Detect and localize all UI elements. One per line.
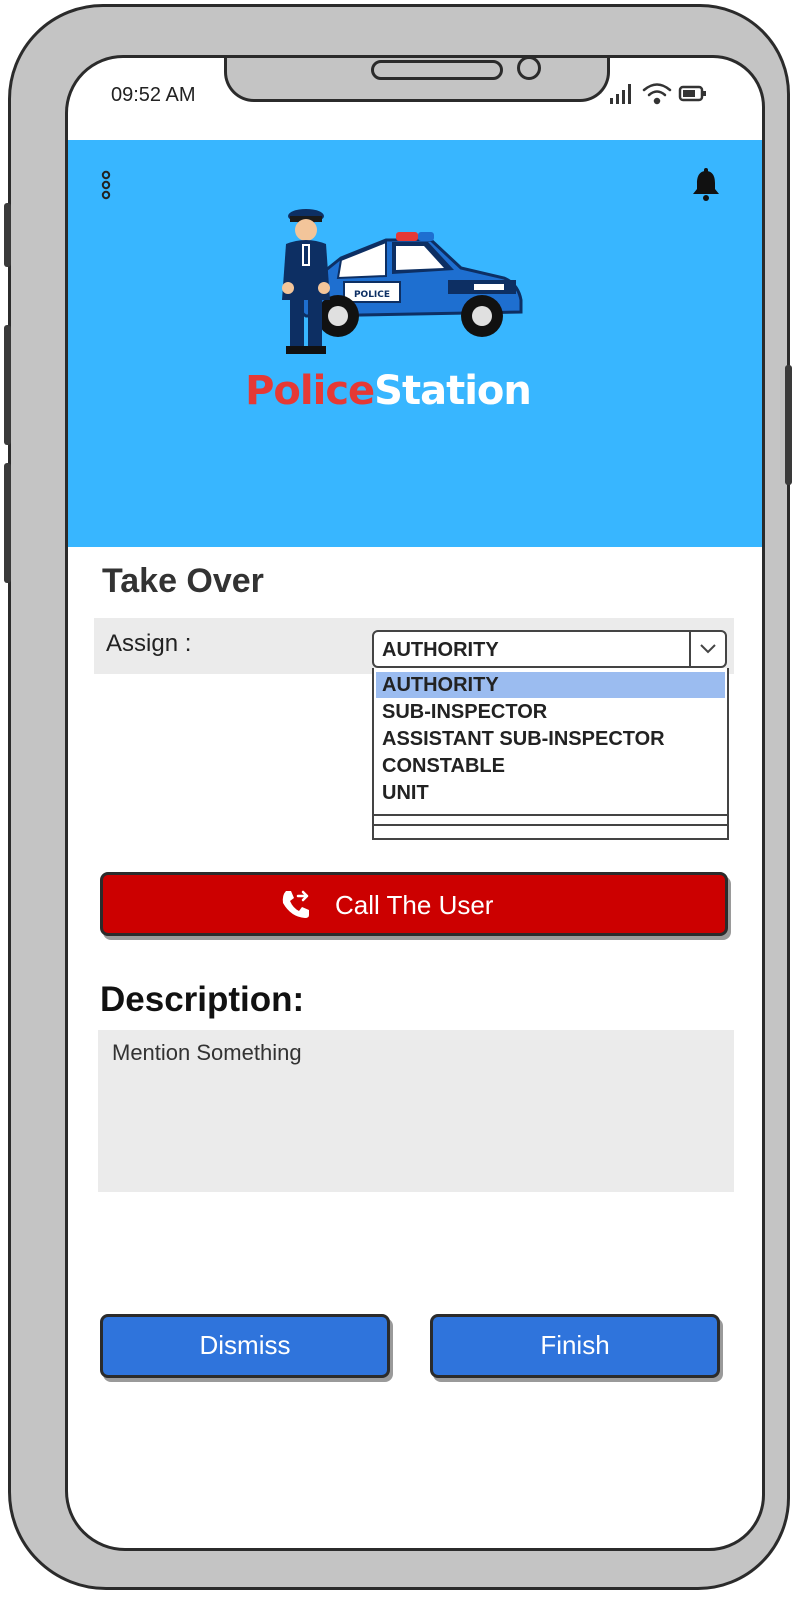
phone-frame: 09:52 AM POLICE PoliceStation Take Over … [4, 4, 792, 1590]
notch [224, 58, 610, 102]
front-camera [517, 58, 541, 80]
dismiss-button[interactable]: Dismiss [100, 1314, 390, 1378]
app-header: POLICE PoliceStation [68, 140, 762, 547]
dropdown-option-assistant-sub-inspector[interactable]: ASSISTANT SUB-INSPECTOR [376, 726, 725, 752]
call-user-button[interactable]: Call The User [100, 872, 728, 936]
chevron-down-icon[interactable] [689, 632, 725, 666]
bell-icon[interactable] [690, 168, 722, 202]
dropdown-option-authority[interactable]: AUTHORITY [376, 672, 725, 698]
assign-select[interactable]: AUTHORITY [372, 630, 727, 668]
more-vertical-icon[interactable] [96, 170, 116, 202]
speaker [371, 60, 503, 80]
side-button [785, 365, 792, 485]
dropdown-option-sub-inspector[interactable]: SUB-INSPECTOR [376, 699, 725, 725]
brand-logo-text: PoliceStation [68, 368, 708, 414]
battery-icon [678, 85, 706, 102]
dropdown-option-unit[interactable]: UNIT [376, 780, 725, 806]
brand-part-police: Police [245, 368, 375, 414]
dropdown-divider [374, 824, 727, 826]
police-hero-image: POLICE [282, 209, 523, 354]
side-button [4, 203, 11, 267]
car-door-label: POLICE [354, 290, 390, 300]
phone-screen: 09:52 AM POLICE PoliceStation Take Over … [65, 55, 765, 1551]
brand-part-station: Station [374, 368, 532, 414]
assign-select-value: AUTHORITY [382, 639, 499, 661]
assign-label: Assign : [106, 630, 192, 657]
description-input[interactable] [98, 1030, 734, 1192]
status-icons [608, 80, 718, 108]
finish-button[interactable]: Finish [430, 1314, 720, 1378]
status-time: 09:52 AM [111, 84, 196, 106]
dropdown-option-constable[interactable]: CONSTABLE [376, 753, 725, 779]
phone-outgoing-icon [282, 890, 309, 918]
call-user-label: Call The User [335, 890, 494, 920]
page-title: Take Over [102, 562, 264, 600]
side-button [4, 463, 11, 583]
wifi-icon [642, 83, 672, 105]
dropdown-divider [374, 814, 727, 816]
assign-dropdown-list: AUTHORITY SUB-INSPECTOR ASSISTANT SUB-IN… [372, 668, 729, 840]
side-button [4, 325, 11, 445]
description-title: Description: [100, 980, 305, 1019]
signal-icon [610, 84, 631, 104]
